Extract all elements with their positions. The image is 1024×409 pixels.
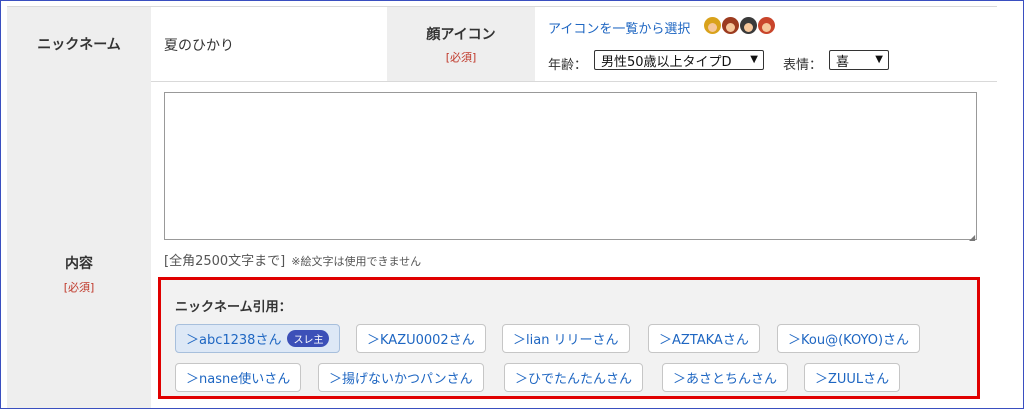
char-limit-text: [全角2500文字まで] xyxy=(164,254,286,269)
quote-chip-label: ＞nasne使いさん xyxy=(186,372,291,387)
avatar-icon[interactable] xyxy=(740,17,757,34)
expression-select[interactable]: 喜 ▼ xyxy=(829,50,889,70)
emoji-note: ※絵文字は使用できません xyxy=(291,255,422,268)
avatar-icon[interactable] xyxy=(722,17,739,34)
quote-chip[interactable]: ＞nasne使いさん xyxy=(175,363,302,392)
quote-chip[interactable]: ＞KAZU0002さん xyxy=(356,324,486,353)
quote-chip[interactable]: ＞ZUULさん xyxy=(804,363,901,392)
content-row: 内容 [必須] ◢ [全角2500文字まで] ※絵文字は使用できません ニックネー… xyxy=(7,81,997,408)
quote-chip-label: ＞Kou@(KOYO)さん xyxy=(788,333,910,348)
quote-chip-label: ＞揚げないかつパンさん xyxy=(329,372,473,387)
avatar-icon[interactable] xyxy=(704,17,721,34)
age-select-value: 男性50歳以上タイプD xyxy=(601,54,732,70)
nickname-face-row: ニックネーム 夏のひかり 顔アイコン [必須] アイコンを一覧から選択 年齢： … xyxy=(7,6,997,82)
expression-label: 表情： xyxy=(783,58,823,73)
required-mark: [必須] xyxy=(63,281,95,294)
chevron-down-icon: ▼ xyxy=(750,54,758,65)
quote-chip-label: ＞abc1238さん xyxy=(186,333,282,348)
post-form: ニックネーム 夏のひかり 顔アイコン [必須] アイコンを一覧から選択 年齢： … xyxy=(0,0,1024,409)
avatar-icon[interactable] xyxy=(758,17,775,34)
nickname-label: ニックネーム xyxy=(7,7,151,81)
char-limit-note: [全角2500文字まで] ※絵文字は使用できません xyxy=(164,250,421,269)
thread-owner-badge: スレ主 xyxy=(287,330,330,347)
quote-chip[interactable]: ＞あさとちんさん xyxy=(662,363,789,392)
quote-chip[interactable]: ＞AZTAKAさん xyxy=(648,324,760,353)
quote-chip-label: ＞ZUULさん xyxy=(815,372,890,387)
age-label: 年齢： xyxy=(548,58,588,73)
quote-chip[interactable]: ＞Kou@(KOYO)さん xyxy=(777,324,921,353)
quote-chip[interactable]: ＞揚げないかつパンさん xyxy=(318,363,484,392)
quote-chip-label: ＞ひでたんたんさん xyxy=(515,372,633,387)
age-select[interactable]: 男性50歳以上タイプD ▼ xyxy=(594,50,764,70)
nickname-quote-box: ニックネーム引用： ＞abc1238さん スレ主 ＞KAZU0002さん ＞li… xyxy=(158,277,980,399)
avatar-preview[interactable] xyxy=(704,17,775,34)
quote-title: ニックネーム引用： xyxy=(175,300,292,315)
face-icon-label-cell: 顔アイコン [必須] xyxy=(387,7,535,81)
required-mark: [必須] xyxy=(445,51,477,64)
content-textarea[interactable] xyxy=(164,92,977,240)
quote-chip[interactable]: ＞ひでたんたんさん xyxy=(504,363,644,392)
quote-chip[interactable]: ＞lian リリーさん xyxy=(502,324,630,353)
expression-select-value: 喜 xyxy=(836,54,850,70)
content-label-cell: 内容 [必須] xyxy=(7,81,151,408)
chevron-down-icon: ▼ xyxy=(875,54,883,65)
content-label: 内容 xyxy=(65,256,93,272)
quote-chip-label: ＞KAZU0002さん xyxy=(367,333,475,348)
face-icon-label: 顔アイコン xyxy=(426,27,496,43)
select-icon-link[interactable]: アイコンを一覧から選択 xyxy=(548,18,690,37)
quote-chip-label: ＞あさとちんさん xyxy=(673,372,778,387)
quote-chip-label: ＞AZTAKAさん xyxy=(659,333,749,348)
nickname-value: 夏のひかり xyxy=(164,38,234,54)
resize-grip-icon[interactable]: ◢ xyxy=(969,233,975,242)
quote-chip[interactable]: ＞abc1238さん スレ主 xyxy=(175,324,341,353)
quote-chip-label: ＞lian リリーさん xyxy=(513,333,619,348)
